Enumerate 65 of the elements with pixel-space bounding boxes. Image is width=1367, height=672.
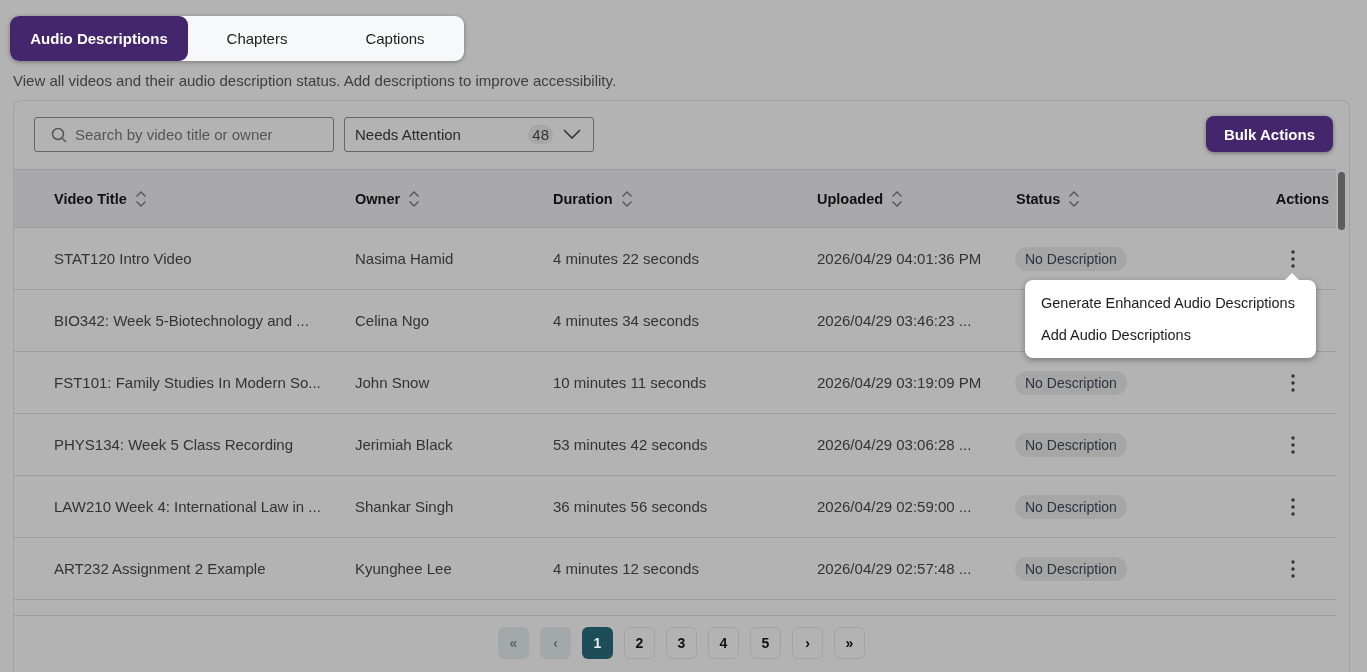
column-header[interactable]: Duration — [553, 190, 613, 207]
pagination-button[interactable]: 3 — [666, 627, 697, 659]
chevron-down-icon — [563, 129, 581, 139]
pagination-button[interactable]: 4 — [708, 627, 739, 659]
bulk-actions-button[interactable]: Bulk Actions — [1205, 116, 1333, 152]
menu-item[interactable]: Add Audio Descriptions — [1025, 319, 1316, 351]
kebab-icon — [1291, 435, 1295, 454]
column-header[interactable]: Video Title — [54, 190, 127, 207]
table-cell-text: BIO342: Week 5-Biotechnology and ... — [54, 312, 310, 329]
table-cell-text: LAW210 Week 4: International Law in ... — [54, 498, 322, 515]
table-cell-text: 2026/04/29 04:01:36 PM — [817, 250, 983, 267]
column-header: Actions — [1275, 190, 1329, 207]
table-cell-text: 4 minutes 12 seconds — [553, 560, 700, 577]
column-header[interactable]: Status — [1016, 190, 1061, 207]
table-cell-text: 2026/04/29 02:57:48 ... — [817, 560, 973, 577]
column-header[interactable]: Uploaded — [817, 190, 884, 207]
table-cell-text: ART232 Assignment 2 Example — [54, 560, 267, 577]
column-header[interactable]: Owner — [355, 190, 401, 207]
table-cell-text: 2026/04/29 03:46:23 ... — [817, 312, 973, 329]
search-icon — [51, 126, 67, 143]
kebab-icon — [1291, 249, 1295, 268]
table-cell-text: 4 minutes 22 seconds — [553, 250, 700, 267]
count-badge: 48 — [528, 124, 553, 144]
table-cell-text: Shankar Singh — [355, 498, 455, 515]
status-badge: No Description — [1015, 556, 1127, 581]
table-cell-text: 2026/04/29 02:59:00 ... — [817, 498, 973, 515]
table-cell-text: 2026/04/29 03:19:09 PM — [817, 374, 983, 391]
table-cell-text: 2026/04/29 03:06:28 ... — [817, 436, 973, 453]
table-cell-text: Kyunghee Lee — [355, 560, 453, 577]
sort-icon[interactable] — [891, 189, 904, 208]
pagination-button[interactable]: 1 — [582, 627, 613, 659]
status-badge: No Description — [1015, 370, 1127, 395]
scrollbar-thumb[interactable] — [1338, 172, 1345, 230]
table-cell-text: STAT120 Intro Video — [54, 250, 193, 267]
sort-icon[interactable] — [134, 189, 147, 208]
pagination-button[interactable]: › — [792, 627, 823, 659]
table-cell-text: 53 minutes 42 seconds — [553, 436, 709, 453]
status-badge: No Description — [1015, 494, 1127, 519]
status-filter-dropdown[interactable]: Needs Attention 48 — [344, 116, 594, 152]
menu-item[interactable]: Generate Enhanced Audio Descriptions — [1025, 287, 1316, 319]
kebab-icon — [1291, 559, 1295, 578]
pagination-button[interactable]: » — [834, 627, 865, 659]
table-cell-text: 4 minutes 34 seconds — [553, 312, 700, 329]
sort-icon[interactable] — [408, 189, 421, 208]
page-description: View all videos and their audio description status. Add descriptions to improve accessibility. — [13, 71, 618, 91]
table-cell-text: FST101: Family Studies In Modern So... — [54, 374, 322, 391]
sort-icon[interactable] — [620, 189, 633, 208]
table-cell-text: Nasima Hamid — [355, 250, 455, 267]
table-cell-text: John Snow — [355, 374, 431, 391]
kebab-icon — [1291, 497, 1295, 516]
table-cell-text: PHYS134: Week 5 Class Recording — [54, 436, 294, 453]
tab[interactable]: Audio Descriptions — [10, 16, 188, 61]
table-cell-text: Celina Ngo — [355, 312, 431, 329]
pagination-button[interactable]: 5 — [750, 627, 781, 659]
search-field[interactable]: Search by video title or owner — [34, 116, 334, 152]
tab[interactable]: Captions — [326, 16, 464, 61]
table-cell-text: 10 minutes 11 seconds — [553, 374, 708, 391]
status-badge: No Description — [1015, 432, 1127, 457]
table-cell-text: Jerimiah Black — [355, 436, 454, 453]
pagination-button[interactable]: 2 — [624, 627, 655, 659]
status-badge: No Description — [1015, 246, 1127, 271]
tab[interactable]: Chapters — [188, 16, 326, 61]
sort-icon[interactable] — [1068, 189, 1081, 208]
kebab-icon — [1291, 373, 1295, 392]
table-cell-text: 36 minutes 56 seconds — [553, 498, 709, 515]
